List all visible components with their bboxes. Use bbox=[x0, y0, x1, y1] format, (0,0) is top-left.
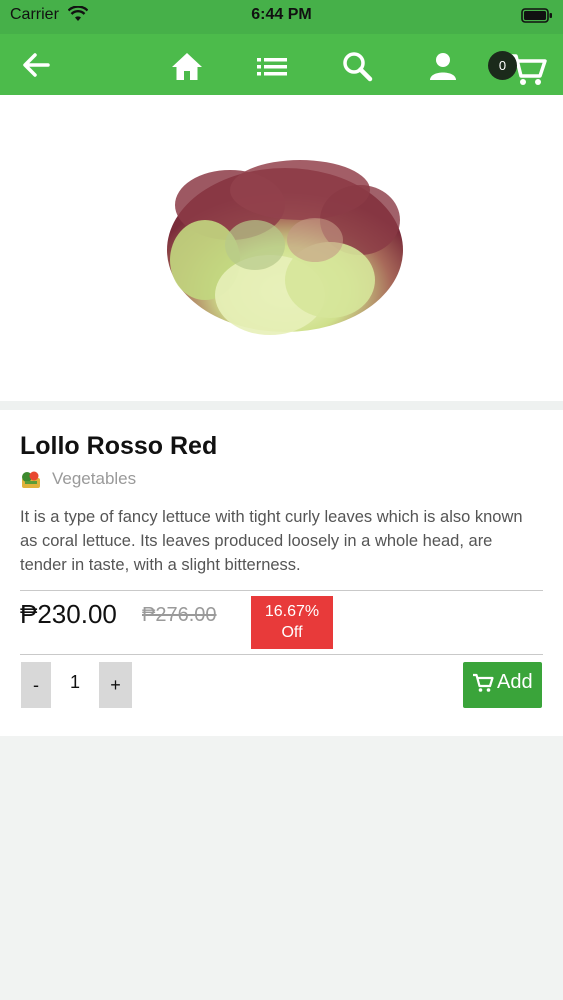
cart-icon bbox=[472, 673, 494, 698]
quantity-value: 1 bbox=[69, 672, 80, 692]
search-icon[interactable] bbox=[339, 48, 375, 84]
increment-quantity-button[interactable]: + bbox=[99, 662, 132, 708]
discount-badge: 16.67% Off bbox=[251, 596, 333, 649]
product-description: It is a type of fancy lettuce with tight… bbox=[20, 508, 523, 574]
home-icon[interactable] bbox=[169, 48, 205, 84]
clock: 6:44 PM bbox=[251, 6, 312, 23]
user-icon[interactable] bbox=[425, 48, 461, 84]
status-bar: Carrier 6:44 PM bbox=[0, 0, 563, 34]
decrement-quantity-button[interactable]: - bbox=[21, 662, 51, 708]
discount-value: 16.67% bbox=[264, 603, 320, 620]
top-navigation bbox=[0, 34, 563, 95]
vegetables-category-icon bbox=[20, 469, 42, 494]
discount-label: Off bbox=[281, 624, 303, 641]
divider bbox=[20, 590, 543, 591]
product-title: Lollo Rosso Red bbox=[20, 432, 218, 460]
battery-icon bbox=[521, 8, 553, 29]
add-to-cart-button[interactable]: Add bbox=[463, 662, 542, 708]
original-price: ₱276.00 bbox=[142, 604, 217, 626]
divider bbox=[20, 654, 543, 655]
add-button-label: Add bbox=[497, 671, 533, 693]
cart-count-badge: 0 bbox=[488, 51, 517, 80]
product-category[interactable]: Vegetables bbox=[52, 469, 136, 489]
product-details: Lollo Rosso Red Vegetables It is a type … bbox=[0, 410, 563, 736]
list-icon[interactable] bbox=[254, 48, 290, 84]
current-price: ₱230.00 bbox=[20, 599, 117, 629]
section-divider bbox=[0, 401, 563, 410]
product-image bbox=[0, 95, 563, 401]
back-arrow-icon[interactable] bbox=[18, 47, 54, 83]
